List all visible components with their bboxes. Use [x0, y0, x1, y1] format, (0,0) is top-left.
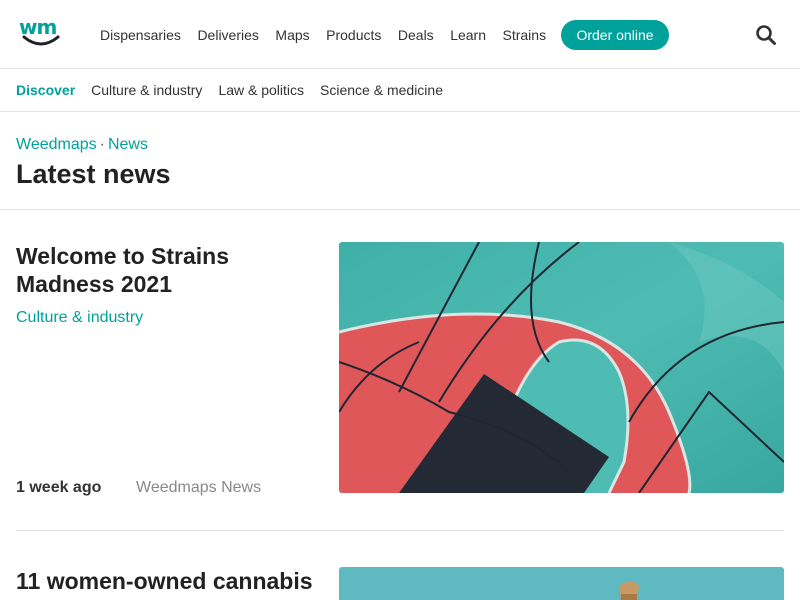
page-title: Latest news [16, 159, 171, 189]
breadcrumb-news[interactable]: News [108, 136, 148, 153]
nav-deliveries[interactable]: Deliveries [197, 27, 258, 43]
breadcrumb-separator: · [99, 136, 105, 153]
top-navigation-bar: wm Dispensaries Deliveries Maps Products… [0, 0, 800, 69]
nav-learn[interactable]: Learn [450, 27, 486, 43]
news-subnav: Discover Culture & industry Law & politi… [0, 69, 800, 112]
page-header: Weedmaps · News Latest news [0, 112, 800, 210]
breadcrumb: Weedmaps · News [16, 136, 148, 154]
article-card[interactable]: Welcome to Strains Madness 2021 Culture … [16, 242, 784, 531]
search-icon[interactable] [755, 24, 777, 46]
article-title[interactable]: Welcome to Strains Madness 2021 [16, 242, 326, 298]
article-title[interactable]: 11 women-owned cannabis [16, 567, 326, 595]
article-thumbnail[interactable] [339, 242, 784, 493]
article-card[interactable]: 11 women-owned cannabis [16, 567, 784, 600]
nav-products[interactable]: Products [326, 27, 381, 43]
weedmaps-logo[interactable]: wm [19, 15, 67, 50]
nav-maps[interactable]: Maps [275, 27, 309, 43]
article-category[interactable]: Culture & industry [16, 309, 143, 327]
article-author: Weedmaps News [136, 479, 262, 496]
nav-strains[interactable]: Strains [503, 27, 547, 43]
subnav-science-medicine[interactable]: Science & medicine [320, 82, 443, 98]
subnav-law-politics[interactable]: Law & politics [218, 82, 304, 98]
smile-icon [22, 35, 60, 46]
nav-dispensaries[interactable]: Dispensaries [100, 27, 181, 43]
breadcrumb-weedmaps[interactable]: Weedmaps [16, 136, 97, 153]
article-image [339, 567, 784, 600]
subnav-culture-industry[interactable]: Culture & industry [91, 82, 202, 98]
order-online-button[interactable]: Order online [561, 20, 669, 50]
bracket-illustration [339, 242, 784, 493]
nav-deals[interactable]: Deals [398, 27, 434, 43]
subnav-discover[interactable]: Discover [16, 82, 75, 98]
main-nav: Dispensaries Deliveries Maps Products De… [100, 0, 563, 69]
article-thumbnail[interactable] [339, 567, 784, 600]
article-time: 1 week ago [16, 479, 102, 496]
